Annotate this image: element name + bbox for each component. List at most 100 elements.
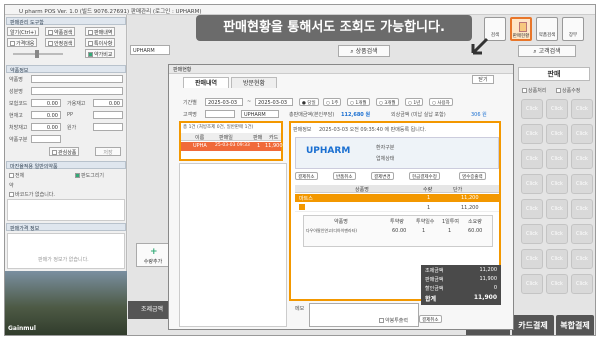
quick-tile[interactable]: Click bbox=[546, 149, 568, 169]
period-option[interactable]: ○ 1년 bbox=[405, 98, 424, 106]
detail-action-button[interactable]: 결제변경 bbox=[371, 172, 394, 180]
quick-tile[interactable]: Click bbox=[546, 99, 568, 119]
quick-tile[interactable]: Click bbox=[571, 99, 593, 119]
sales-status-dialog: 판매현황 판매내역 방문현황 닫기 기간별 2025-03-03 ~ 2025-… bbox=[168, 64, 514, 330]
slider-handle[interactable] bbox=[35, 50, 39, 58]
label-cost: 원가 bbox=[67, 125, 77, 131]
table-row[interactable]: UPHA 25-03-03 09:33 1 11,900 bbox=[181, 142, 283, 151]
all-checkbox[interactable]: 전체 bbox=[9, 172, 24, 179]
save-button[interactable]: 저장 bbox=[95, 147, 121, 156]
tab-visits[interactable]: 방문현황 bbox=[231, 77, 277, 88]
zoom-slider[interactable] bbox=[13, 50, 63, 58]
rx-stock-field: 0.00 bbox=[31, 123, 61, 131]
detail-action-button[interactable]: 영수증출력 bbox=[459, 172, 486, 180]
sum-value-discount: 0 bbox=[493, 285, 497, 291]
quick-tile[interactable]: Click bbox=[546, 274, 568, 294]
table-row[interactable]: 마트스 1 11,200 bbox=[295, 194, 499, 202]
cancel-payment-button[interactable]: 결제취소 bbox=[419, 315, 442, 323]
memo-label: 메모 bbox=[295, 306, 305, 312]
quick-tile[interactable]: Click bbox=[571, 249, 593, 269]
quick-tile[interactable]: Click bbox=[571, 224, 593, 244]
notes-checkbox[interactable]: 특이사항 bbox=[85, 38, 116, 47]
drug-search-button[interactable]: 약품검색 bbox=[536, 17, 558, 41]
card-pay-button[interactable]: 카드결제 bbox=[512, 315, 554, 335]
detail-action-button[interactable]: 현금결제수정 bbox=[409, 172, 440, 180]
sales-history-checkbox[interactable]: 판매내역 bbox=[85, 27, 116, 36]
quick-tile[interactable]: Click bbox=[521, 199, 543, 219]
quick-tile[interactable]: Click bbox=[521, 274, 543, 294]
checkbox-icon bbox=[522, 88, 527, 93]
ledger-button[interactable]: 장부 bbox=[562, 17, 584, 41]
customer-search-button[interactable]: ⌕ 고객검색 bbox=[518, 45, 576, 57]
drug-search-checkbox[interactable]: 약품검색 bbox=[45, 27, 76, 36]
date-from-input[interactable]: 2025-03-03 bbox=[205, 98, 243, 106]
table-row[interactable]: 1 11,200 bbox=[295, 203, 499, 212]
quick-tile[interactable]: Click bbox=[521, 99, 543, 119]
tab-sales-history[interactable]: 판매내역 bbox=[183, 77, 229, 88]
price-info-header: 판매가격 정보 bbox=[6, 223, 126, 232]
quick-tile[interactable]: Click bbox=[571, 174, 593, 194]
quick-tile[interactable]: Click bbox=[546, 124, 568, 144]
dialog-title: 판매현황 bbox=[169, 65, 513, 74]
brand-logo: Gainmul bbox=[8, 325, 36, 332]
row-sales: 1 bbox=[257, 143, 261, 149]
sub-col-dose: 투약량 bbox=[390, 219, 404, 225]
product-search-button[interactable]: ⌕ 상품검색 bbox=[338, 45, 390, 57]
period-option[interactable]: ○ 3개월 bbox=[376, 98, 399, 106]
quick-tile[interactable]: Click bbox=[546, 224, 568, 244]
product-edit-checkbox[interactable]: 상품수정 bbox=[556, 87, 580, 94]
product-process-checkbox[interactable]: 상품처리 bbox=[522, 87, 546, 94]
draw-checkbox[interactable]: 판도그리기 bbox=[75, 172, 104, 179]
total-amount-value: 112,680 원 bbox=[341, 112, 371, 118]
period-option[interactable]: ○ 사용자 bbox=[429, 98, 453, 106]
quick-tile[interactable]: Click bbox=[521, 124, 543, 144]
quick-tile[interactable]: Click bbox=[546, 174, 568, 194]
sum-label-rx: 조제금액 bbox=[425, 268, 444, 274]
col-date: 판매일 bbox=[219, 135, 233, 141]
quick-tile[interactable]: Click bbox=[546, 199, 568, 219]
stock-field: 0.00 bbox=[31, 111, 61, 119]
add-qty-button[interactable]: + 수량추가 bbox=[136, 243, 170, 267]
sales-status-button[interactable]: 판매현황 bbox=[510, 17, 532, 41]
shortcut-button[interactable]: 알기(Ctrl+) bbox=[7, 27, 40, 36]
quick-tile[interactable]: Click bbox=[521, 149, 543, 169]
period-option[interactable]: ● 당일 bbox=[299, 98, 319, 106]
price-checkbox[interactable]: 가격대응 bbox=[7, 38, 38, 47]
quick-tile[interactable]: Click bbox=[521, 249, 543, 269]
quick-tile[interactable]: Click bbox=[571, 274, 593, 294]
checkbox-icon bbox=[10, 41, 15, 46]
print-envelope-checkbox[interactable]: 약봉투출력 bbox=[379, 317, 408, 324]
close-button[interactable]: 닫기 bbox=[472, 75, 494, 84]
quick-tile[interactable]: Click bbox=[521, 174, 543, 194]
date-to-input[interactable]: 2025-03-03 bbox=[255, 98, 293, 106]
checkbox-icon bbox=[88, 52, 93, 57]
safety-checkbox[interactable]: 안정검색 bbox=[45, 38, 76, 47]
detail-action-button[interactable]: 반품취소 bbox=[333, 172, 356, 180]
sub-drug: 다우아딸인연고(디아이멘라타) bbox=[306, 228, 357, 233]
search-icon: ⌕ bbox=[350, 48, 354, 55]
search-input[interactable]: UPHARM bbox=[130, 45, 170, 55]
sales-tab[interactable]: 판매 bbox=[518, 67, 590, 81]
quick-tile[interactable]: Click bbox=[546, 249, 568, 269]
period-option[interactable]: ○ 1주 bbox=[323, 98, 342, 106]
col-card: 카드 bbox=[269, 135, 279, 141]
customer-select[interactable]: UPHARM bbox=[241, 110, 279, 118]
sum-value-rx: 11,200 bbox=[479, 267, 498, 273]
mixed-pay-button[interactable]: 복합결제 bbox=[556, 315, 594, 335]
pp-field bbox=[93, 111, 123, 119]
favorite-checkbox[interactable]: 관심상품 bbox=[49, 147, 80, 156]
quick-tile[interactable]: Click bbox=[521, 224, 543, 244]
quick-tile[interactable]: Click bbox=[571, 199, 593, 219]
sum-label-sales: 판매금액 bbox=[425, 277, 444, 283]
checkbox-icon bbox=[52, 150, 57, 155]
price-compare-checkbox[interactable]: 약가비교 bbox=[85, 49, 116, 58]
arrow-icon bbox=[468, 36, 490, 58]
sub-col-daily: 1일투여 bbox=[442, 219, 459, 225]
quick-tile[interactable]: Click bbox=[571, 124, 593, 144]
name-input[interactable] bbox=[205, 110, 235, 118]
loan-value: 306 원 bbox=[471, 112, 487, 118]
period-option[interactable]: ○ 1개월 bbox=[347, 98, 370, 106]
sub-total: 60.00 bbox=[468, 228, 483, 234]
quick-tile[interactable]: Click bbox=[571, 149, 593, 169]
detail-action-button[interactable]: 결제취소 bbox=[295, 172, 318, 180]
